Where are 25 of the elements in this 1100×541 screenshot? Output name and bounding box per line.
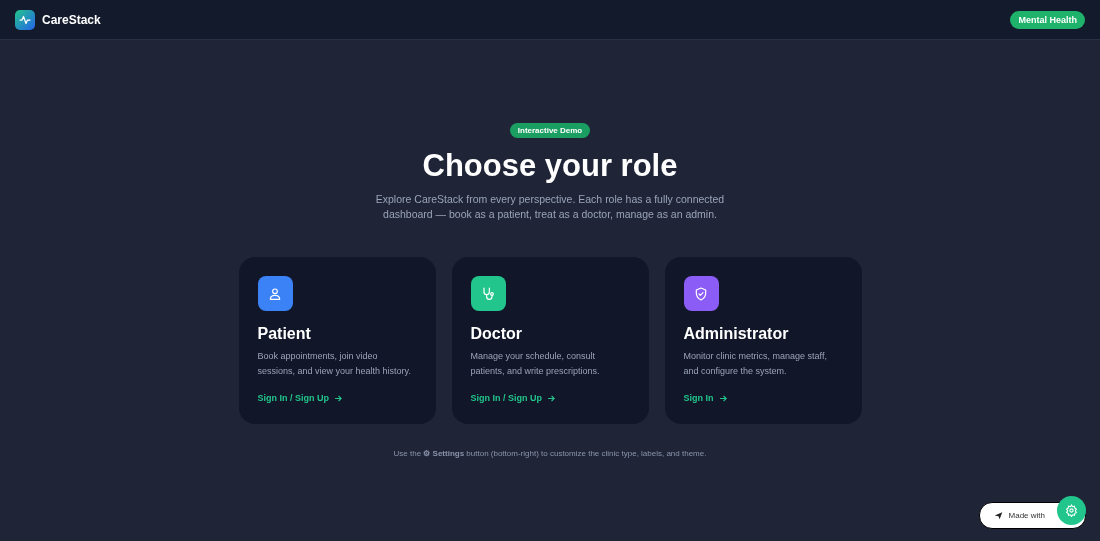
arrow-right-icon xyxy=(334,393,343,403)
gear-icon xyxy=(1065,504,1078,517)
role-card[interactable]: Administrator Monitor clinic metrics, manage staff, and configure the system. Sign In xyxy=(664,257,862,424)
demo-badge: Interactive Demo xyxy=(509,123,591,138)
sign-in-link[interactable]: Sign In / Sign Up xyxy=(257,393,343,403)
role-description: Monitor clinic metrics, manage staff, and configure the system. xyxy=(683,350,828,378)
sign-in-link[interactable]: Sign In xyxy=(683,393,728,403)
arrow-right-icon xyxy=(718,393,728,403)
role-title: Administrator xyxy=(683,325,790,343)
brand-name: CareStack xyxy=(42,12,101,27)
arrow-right-icon xyxy=(547,393,556,403)
settings-button[interactable] xyxy=(1057,496,1086,525)
paper-plane-icon xyxy=(993,511,1003,520)
settings-hint: Use the ⚙ Settings button (bottom-right) to customize the clinic type, labels, and theme. xyxy=(393,449,707,458)
role-title: Doctor xyxy=(470,325,524,343)
role-title: Patient xyxy=(257,325,312,343)
made-with-text: Made with xyxy=(1008,511,1045,520)
role-card[interactable]: Patient Book appointments, join video sessions, and view your health history. Sign In / Sign Up xyxy=(238,257,436,424)
role-description: Manage your schedule, consult patients, and write prescriptions. xyxy=(470,350,601,378)
page-subtitle: Explore CareStack from every perspective. Each role has a fully connected dashboard — book as a patient, treat as a doctor, manage as an admin. xyxy=(374,192,726,222)
role-card[interactable]: Doctor Manage your schedule, consult patients, and write prescriptions. Sign In / Sign Up xyxy=(451,257,649,424)
page-title: Choose your role xyxy=(422,148,678,184)
sign-in-link[interactable]: Sign In / Sign Up xyxy=(470,393,556,403)
role-description: Book appointments, join video sessions, and view your health history. xyxy=(257,350,412,378)
app-logo-icon xyxy=(15,9,35,30)
